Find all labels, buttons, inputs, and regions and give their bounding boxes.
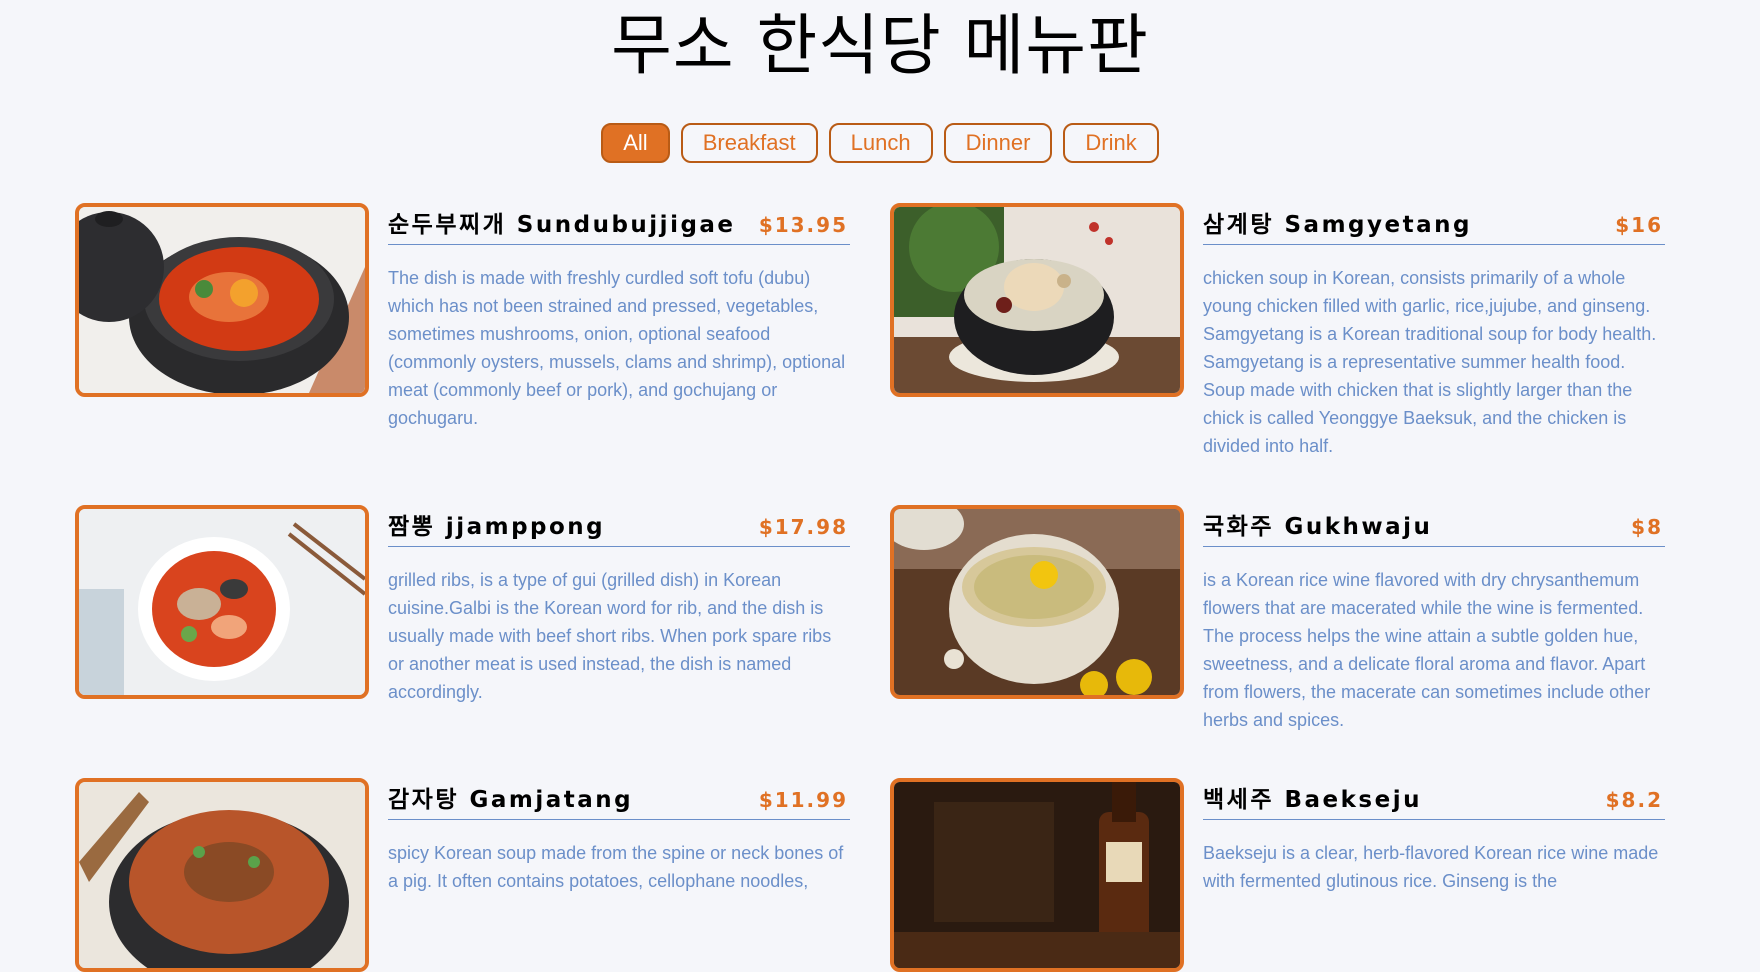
item-header: 백세주 Baekseju $8.2 (1203, 778, 1665, 820)
item-name: 순두부찌개 Sundubujjigae (388, 212, 736, 238)
item-price: $8 (1631, 515, 1663, 539)
item-price: $13.95 (758, 213, 848, 237)
item-description: chicken soup in Korean, consists primari… (1203, 268, 1657, 456)
item-price: $11.99 (758, 788, 848, 812)
item-price: $16 (1615, 213, 1663, 237)
sundubu-stew-photo (75, 203, 369, 397)
item-description: grilled ribs, is a type of gui (grilled … (388, 570, 832, 702)
filter-drink-button[interactable]: Drink (1063, 123, 1159, 163)
item-header: 순두부찌개 Sundubujjigae $13.95 (388, 203, 850, 245)
item-name: 감자탕 Gamjatang (388, 787, 634, 813)
filter-lunch-button[interactable]: Lunch (828, 123, 933, 163)
category-filter-bar: All Breakfast Lunch Dinner Drink (0, 123, 1760, 163)
item-header: 국화주 Gukhwaju $8 (1203, 505, 1665, 547)
item-name: 삼계탕 Samgyetang (1203, 212, 1472, 238)
gamjatang-soup-photo (75, 778, 369, 972)
item-info: 감자탕 Gamjatang $11.99 spicy Korean soup m… (388, 778, 850, 895)
gukhwaju-wine-photo (890, 505, 1184, 699)
samgyetang-soup-photo (890, 203, 1184, 397)
item-name: 짬뽕 jjamppong (388, 514, 606, 540)
item-price: $17.98 (758, 515, 848, 539)
item-description: The dish is made with freshly curdled so… (388, 268, 846, 428)
item-info: 국화주 Gukhwaju $8 is a Korean rice wine fl… (1203, 505, 1665, 734)
page-title: 무소 한식당 메뉴판 (611, 7, 1149, 84)
filter-all-button[interactable]: All (601, 123, 670, 163)
item-info: 순두부찌개 Sundubujjigae $13.95 The dish is m… (388, 203, 850, 432)
item-info: 짬뽕 jjamppong $17.98 grilled ribs, is a t… (388, 505, 850, 706)
item-header: 감자탕 Gamjatang $11.99 (388, 778, 850, 820)
filter-dinner-button[interactable]: Dinner (943, 123, 1053, 163)
jjamppong-noodle-photo (75, 505, 369, 699)
item-name: 백세주 Baekseju (1203, 787, 1422, 813)
item-header: 짬뽕 jjamppong $17.98 (388, 505, 850, 547)
item-name: 국화주 Gukhwaju (1203, 514, 1433, 540)
item-info: 삼계탕 Samgyetang $16 chicken soup in Korea… (1203, 203, 1665, 460)
item-info: 백세주 Baekseju $8.2 Baekseju is a clear, h… (1203, 778, 1665, 895)
baekseju-bottle-photo (890, 778, 1184, 972)
item-description: Baekseju is a clear, herb-flavored Korea… (1203, 843, 1659, 891)
item-description: spicy Korean soup made from the spine or… (388, 843, 844, 891)
item-header: 삼계탕 Samgyetang $16 (1203, 203, 1665, 245)
item-price: $8.2 (1605, 788, 1663, 812)
item-description: is a Korean rice wine flavored with dry … (1203, 570, 1651, 730)
filter-breakfast-button[interactable]: Breakfast (680, 123, 818, 163)
